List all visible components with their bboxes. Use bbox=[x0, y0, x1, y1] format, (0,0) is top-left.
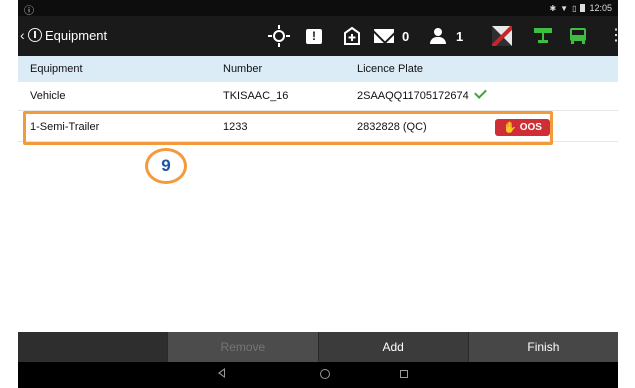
toolbar: ‹ Equipment 0 1 bbox=[18, 16, 624, 56]
nav-recents-icon[interactable] bbox=[400, 370, 408, 378]
plate-cell: 2SAAQQ11705172674 bbox=[357, 90, 469, 102]
step-callout: 9 bbox=[145, 148, 187, 184]
status-time: 12:05 bbox=[589, 3, 612, 13]
battery-icon bbox=[580, 4, 586, 12]
column-header-equipment: Equipment bbox=[30, 63, 83, 75]
messages-button[interactable]: 0 bbox=[374, 26, 409, 46]
table-header: Equipment Number Licence Plate bbox=[18, 56, 618, 82]
remove-button[interactable]: Remove bbox=[168, 332, 319, 362]
bluetooth-icon: ✱ bbox=[549, 3, 557, 13]
duty-status-icon[interactable] bbox=[492, 26, 512, 46]
action-bar: Remove Add Finish bbox=[18, 332, 618, 362]
column-header-licence-plate: Licence Plate bbox=[357, 63, 424, 75]
info-icon: ⓘ bbox=[24, 6, 34, 17]
drivers-button[interactable]: 1 bbox=[428, 26, 463, 46]
finish-button[interactable]: Finish bbox=[468, 332, 618, 362]
brightness-icon[interactable] bbox=[268, 25, 290, 47]
app-screen: ⓘ ✱ ▼ ▯ 12:05 ‹ Equipment ! 0 1 ⋮ Equipm… bbox=[18, 0, 624, 388]
mail-icon bbox=[374, 29, 394, 43]
alert-message-icon[interactable] bbox=[306, 26, 322, 46]
page-title: Equipment bbox=[45, 28, 108, 43]
nav-back-icon[interactable] bbox=[218, 368, 225, 378]
message-count: 0 bbox=[402, 28, 410, 44]
driver-icon bbox=[428, 28, 448, 44]
overflow-menu-icon[interactable]: ⋮ bbox=[608, 26, 624, 46]
back-icon[interactable]: ‹ bbox=[20, 27, 25, 43]
nav-home-icon[interactable] bbox=[320, 369, 330, 379]
status-bar: ⓘ ✱ ▼ ▯ 12:05 bbox=[18, 0, 618, 17]
signal-icon: ▯ bbox=[572, 3, 577, 13]
column-header-number: Number bbox=[223, 63, 263, 75]
action-spacer bbox=[18, 332, 169, 362]
system-nav-bar bbox=[18, 362, 618, 388]
table-row[interactable]: Vehicle TKISAAC_16 2SAAQQ11705172674 bbox=[18, 82, 618, 111]
driver-count: 1 bbox=[456, 28, 464, 44]
hospital-icon[interactable] bbox=[342, 26, 362, 46]
equipment-cell: Vehicle bbox=[30, 90, 66, 102]
status-icons: ✱ ▼ ▯ 12:05 bbox=[549, 3, 612, 13]
vehicle-icon[interactable] bbox=[568, 26, 588, 46]
add-button[interactable]: Add bbox=[318, 332, 469, 362]
trailer-icon[interactable] bbox=[533, 26, 553, 46]
number-cell: TKISAAC_16 bbox=[223, 90, 289, 102]
wifi-icon: ▼ bbox=[560, 3, 569, 13]
equipment-info-icon bbox=[28, 28, 42, 42]
check-icon bbox=[474, 86, 487, 99]
highlight-box bbox=[23, 111, 553, 145]
